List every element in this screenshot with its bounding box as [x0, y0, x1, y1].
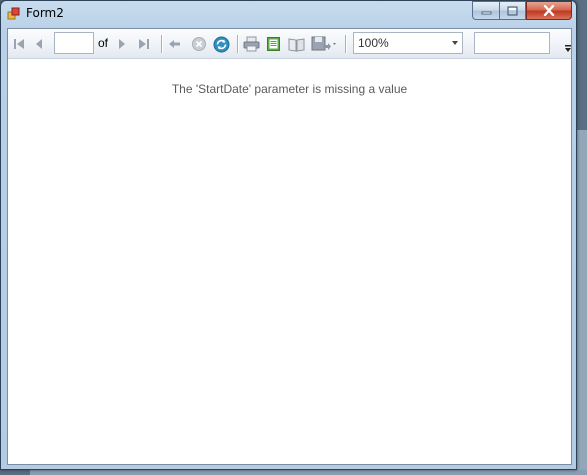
export-icon — [311, 36, 336, 51]
toolbar-separator — [237, 35, 238, 53]
stop-rendering-icon — [192, 37, 206, 51]
first-page-button[interactable] — [10, 34, 28, 54]
minimize-icon — [481, 11, 491, 14]
previous-page-button[interactable] — [30, 34, 48, 54]
page-setup-button[interactable] — [286, 34, 306, 54]
last-page-icon — [139, 39, 149, 49]
refresh-icon — [213, 36, 229, 52]
find-text-input[interactable] — [474, 32, 550, 54]
report-content-area: The 'StartDate' parameter is missing a v… — [8, 60, 571, 464]
next-page-icon — [119, 39, 125, 49]
previous-page-icon — [36, 39, 42, 49]
print-layout-button[interactable] — [264, 34, 282, 54]
overflow-chevron-icon — [565, 45, 571, 52]
print-button[interactable] — [241, 34, 261, 54]
last-page-button[interactable] — [135, 34, 153, 54]
minimize-button[interactable] — [472, 1, 499, 20]
page-setup-icon — [288, 37, 304, 52]
maximize-button[interactable] — [499, 1, 526, 20]
export-button[interactable] — [310, 34, 338, 54]
first-page-icon — [14, 39, 24, 49]
toolbar-overflow-button[interactable] — [564, 41, 572, 53]
next-page-button[interactable] — [114, 34, 130, 54]
desktop-background-strip — [577, 130, 587, 470]
window-title: Form2 — [26, 6, 64, 20]
toolbar-separator — [345, 35, 346, 53]
zoom-value: 100% — [358, 36, 389, 50]
stop-rendering-button[interactable] — [189, 34, 209, 54]
page-of-label: of — [98, 36, 109, 50]
back-to-parent-button[interactable] — [166, 34, 184, 54]
print-layout-icon — [266, 37, 280, 51]
close-icon — [543, 5, 555, 16]
print-icon — [243, 36, 259, 52]
chevron-down-icon — [452, 41, 458, 45]
report-viewer: of 100% The 'StartDate' parameter is mis… — [7, 28, 572, 465]
report-toolbar: of 100% — [8, 29, 571, 59]
window-controls — [472, 1, 572, 20]
refresh-button[interactable] — [211, 34, 231, 54]
maximize-icon — [507, 6, 518, 15]
desktop-background-strip-bottom — [30, 470, 587, 475]
form-window: Form2 of 100% The 'StartDate' parameter … — [0, 0, 577, 470]
back-to-parent-icon — [169, 40, 180, 48]
missing-parameter-message: The 'StartDate' parameter is missing a v… — [171, 82, 408, 96]
title-bar[interactable]: Form2 — [1, 1, 576, 27]
close-button[interactable] — [526, 1, 572, 20]
current-page-input[interactable] — [54, 32, 94, 54]
zoom-dropdown[interactable]: 100% — [353, 32, 463, 54]
toolbar-separator — [161, 35, 162, 53]
application-icon — [7, 7, 21, 21]
